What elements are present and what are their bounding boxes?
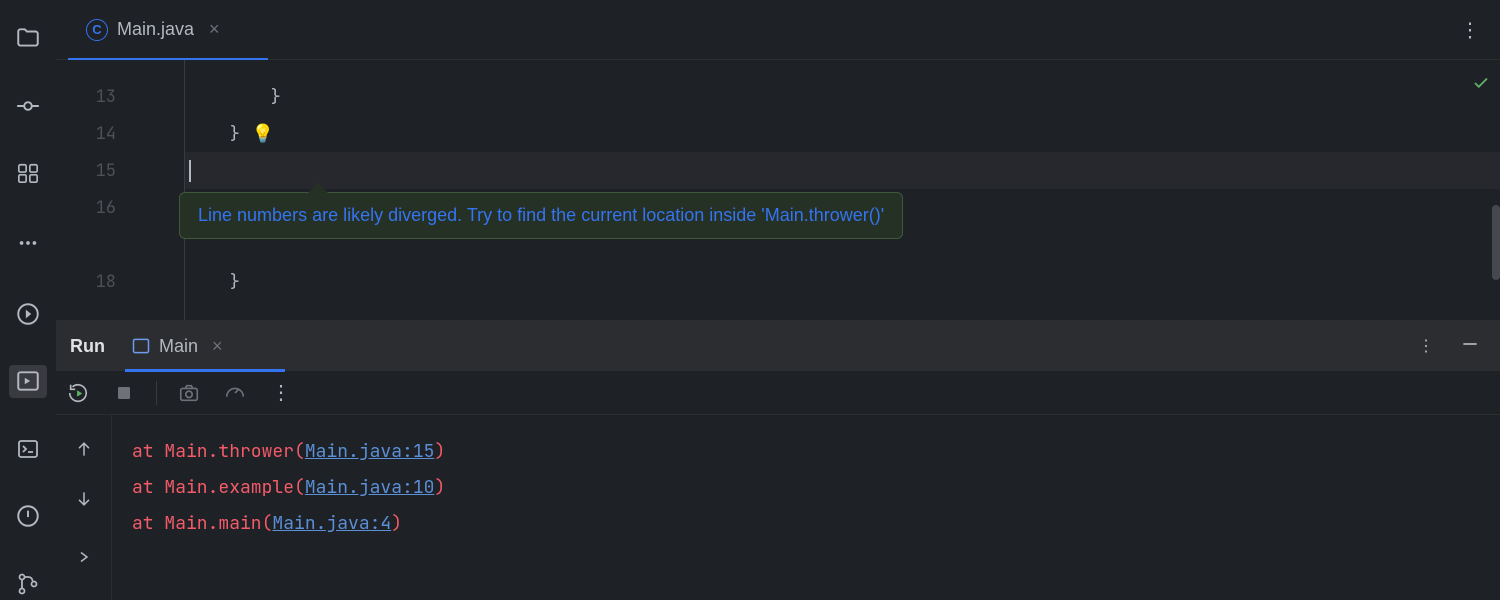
code-line-current	[185, 152, 1500, 189]
stop-icon[interactable]	[110, 379, 138, 407]
run-toolbar: ⋮	[56, 371, 1500, 415]
run-options-icon[interactable]: ⋮	[1418, 336, 1434, 356]
java-class-icon: C	[86, 19, 108, 41]
run-panel-header: Run Main × ⋮	[56, 321, 1500, 371]
stack-frame: at Main.thrower(Main.java:15)	[132, 433, 1500, 469]
console-output[interactable]: at Main.thrower(Main.java:15) at Main.ex…	[112, 415, 1500, 600]
rerun-icon[interactable]	[64, 379, 92, 407]
stack-link[interactable]: Main.java:15	[305, 440, 435, 463]
tab-options-icon[interactable]: ⋮	[1460, 17, 1480, 42]
editor-gutter: 13 14 💡 15 16 18	[56, 60, 184, 320]
scroll-down-icon[interactable]	[70, 485, 98, 513]
run-body: at Main.thrower(Main.java:15) at Main.ex…	[56, 415, 1500, 600]
close-run-tab-icon[interactable]: ×	[212, 336, 223, 357]
line-number: 14 💡	[56, 115, 184, 152]
line-number: 13	[56, 78, 184, 115]
code-editor[interactable]: 13 14 💡 15 16 18 } } static void thrower…	[56, 60, 1500, 320]
run-panel: Run Main × ⋮	[56, 320, 1500, 600]
more-toolwindows-icon[interactable]	[9, 226, 47, 258]
diverged-lines-tooltip: Line numbers are likely diverged. Try to…	[179, 192, 903, 239]
run-panel-title: Run	[64, 336, 105, 357]
stack-link[interactable]: Main.java:10	[305, 476, 435, 499]
stack-frame: at Main.main(Main.java:4)	[132, 505, 1500, 541]
problems-icon[interactable]	[9, 500, 47, 532]
text-cursor	[189, 160, 191, 182]
run-toolwindow-icon[interactable]	[9, 365, 47, 397]
run-config-label: Main	[159, 336, 198, 357]
main-area: C Main.java × ⋮ 13 14 💡 15 16 18 } } sta…	[56, 0, 1500, 600]
stack-frame: at Main.example(Main.java:10)	[132, 469, 1500, 505]
code-area[interactable]: } } static void thrower() { } Line numbe…	[184, 60, 1500, 320]
editor-tab-main-java[interactable]: C Main.java ×	[68, 0, 238, 60]
code-line: }	[185, 78, 1500, 115]
line-number: 15	[56, 152, 184, 189]
console-more-icon[interactable]: ⋮	[267, 379, 295, 407]
stack-link[interactable]: Main.java:4	[272, 512, 391, 535]
code-line: }	[185, 263, 1500, 300]
inspection-ok-icon[interactable]	[1472, 74, 1490, 98]
line-number: 18	[56, 263, 184, 300]
services-icon[interactable]	[9, 298, 47, 330]
structure-icon[interactable]	[9, 157, 47, 189]
project-view-icon[interactable]	[9, 22, 47, 54]
vcs-icon[interactable]	[9, 568, 47, 600]
terminal-icon[interactable]	[9, 433, 47, 465]
minimize-panel-icon[interactable]	[1460, 334, 1480, 359]
line-number: 16	[56, 189, 184, 226]
commit-icon[interactable]	[9, 89, 47, 121]
screenshot-icon[interactable]	[175, 379, 203, 407]
run-config-tab[interactable]: Main ×	[131, 321, 223, 371]
run-gutter	[56, 415, 112, 600]
profiler-icon[interactable]	[221, 379, 249, 407]
activity-bar	[0, 0, 56, 600]
close-tab-icon[interactable]: ×	[209, 19, 220, 40]
soft-wrap-chevron-icon[interactable]	[70, 543, 98, 571]
scroll-up-icon[interactable]	[70, 435, 98, 463]
code-line: }	[185, 115, 1500, 152]
line-number	[56, 226, 184, 263]
tab-filename: Main.java	[117, 19, 194, 40]
editor-scrollbar-thumb[interactable]	[1492, 205, 1500, 280]
editor-tab-bar: C Main.java × ⋮	[56, 0, 1500, 60]
